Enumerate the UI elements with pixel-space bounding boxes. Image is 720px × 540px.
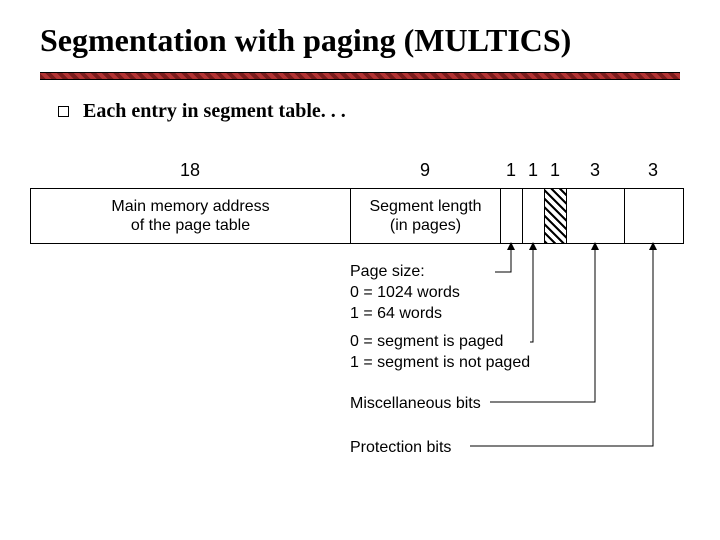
bits-label-c4: 1: [522, 160, 544, 181]
field-segment-length: Segment length (in pages): [351, 189, 501, 243]
note-paged: 0 = segment is paged 1 = segment is not …: [350, 332, 600, 374]
slide: Segmentation with paging (MULTICS) Each …: [0, 0, 720, 540]
bits-label-c7: 3: [624, 160, 682, 181]
title-underline: [40, 72, 680, 80]
field-page-table-address: Main memory address of the page table: [31, 189, 351, 243]
bits-label-c5: 1: [544, 160, 566, 181]
field-paged-bit: [523, 189, 545, 243]
segment-entry-diagram: 18 9 1 1 1 3 3 Main memory address of th…: [30, 160, 690, 490]
field-protection-bits: [625, 189, 683, 243]
note-protection: Protection bits: [350, 438, 600, 459]
bullet-text: Each entry in segment table. . .: [83, 100, 346, 123]
bits-label-c6: 3: [566, 160, 624, 181]
note-page-size: Page size: 0 = 1024 words 1 = 64 words: [350, 262, 550, 324]
page-title: Segmentation with paging (MULTICS): [40, 22, 571, 59]
segment-entry: Main memory address of the page table Se…: [30, 188, 684, 244]
bullet-row: Each entry in segment table. . .: [58, 100, 346, 123]
field-misc-bits: [567, 189, 625, 243]
bits-label-c2: 9: [350, 160, 500, 181]
bits-label-c1: 18: [30, 160, 350, 181]
square-bullet-icon: [58, 106, 69, 117]
field-unused-bit: [545, 189, 567, 243]
note-misc: Miscellaneous bits: [350, 394, 600, 415]
field-page-size-bit: [501, 189, 523, 243]
bits-label-c3: 1: [500, 160, 522, 181]
